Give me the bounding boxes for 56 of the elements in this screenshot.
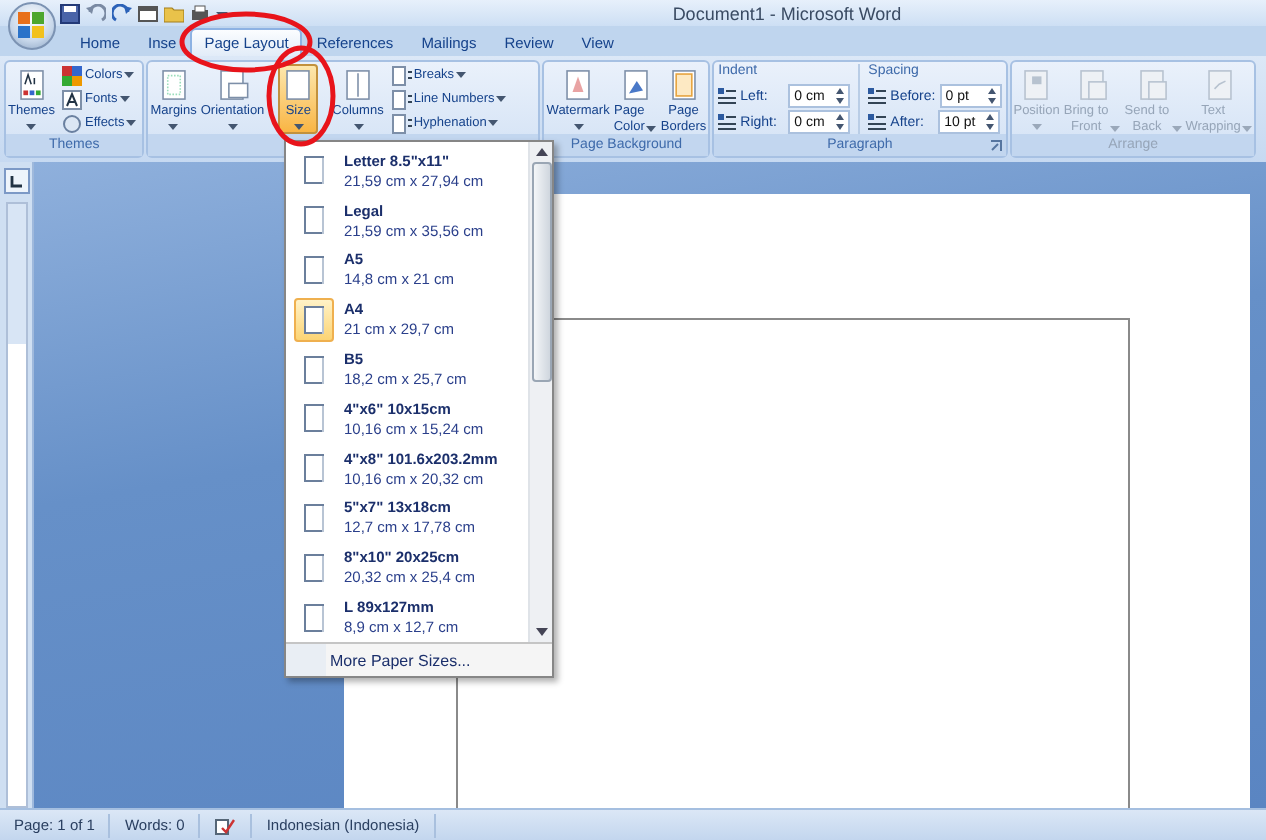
- window-icon[interactable]: [138, 3, 158, 23]
- caret-icon: [168, 124, 179, 130]
- caret-icon: [1031, 124, 1042, 130]
- line-numbers-icon: [391, 89, 412, 109]
- caret-icon: [293, 124, 304, 130]
- spinner-icon: [836, 88, 845, 104]
- breaks-icon: [391, 65, 412, 85]
- page-icon: [304, 603, 324, 632]
- indent-icon: [718, 114, 737, 130]
- orientation-icon: [214, 68, 251, 102]
- page-icon: [304, 355, 324, 384]
- effects-icon: [62, 113, 83, 133]
- spacing-icon: [868, 114, 887, 130]
- spinner-icon: [986, 114, 995, 130]
- scroll-up-icon[interactable]: [535, 148, 547, 156]
- tab-selector[interactable]: [3, 168, 29, 194]
- spinner-icon: [836, 114, 845, 130]
- scroll-down-icon[interactable]: [535, 628, 547, 636]
- spacing-icon: [868, 88, 887, 104]
- page-icon: [304, 255, 324, 284]
- columns-icon: [340, 68, 376, 102]
- indent-icon: [718, 88, 737, 104]
- tab-stop-icon: [10, 175, 22, 187]
- caret-icon: [124, 72, 135, 78]
- bring-to-front-icon: [1074, 68, 1111, 102]
- window-title: Document1 - Microsoft Word: [670, 3, 904, 23]
- proofing-icon[interactable]: [214, 815, 237, 835]
- scrollbar-thumb[interactable]: [531, 162, 551, 382]
- dialog-launcher-icon[interactable]: [989, 140, 1002, 152]
- page-icon: [304, 156, 324, 185]
- spinner-icon: [987, 88, 996, 104]
- page-icon: [304, 206, 324, 235]
- page-icon: [304, 305, 324, 334]
- caret-icon: [119, 96, 130, 102]
- page-icon: [304, 454, 324, 483]
- page-icon: [304, 553, 324, 582]
- page-icon: [304, 404, 324, 433]
- send-to-back-icon: [1134, 68, 1171, 102]
- caret-icon: [488, 120, 499, 126]
- caret-icon: [353, 124, 363, 130]
- caret-icon: [26, 124, 37, 130]
- print-icon[interactable]: [190, 3, 210, 23]
- caret-icon: [456, 72, 467, 78]
- redo-icon[interactable]: [112, 3, 132, 23]
- caret-icon: [496, 96, 507, 102]
- caret-icon: [227, 124, 238, 130]
- caret-icon: [573, 124, 584, 130]
- save-icon[interactable]: [60, 3, 80, 23]
- office-button[interactable]: [8, 2, 56, 50]
- page-icon: [304, 503, 324, 532]
- hyphenation-icon: [391, 113, 412, 133]
- palette-icon: [62, 65, 83, 85]
- font-icon: [62, 89, 83, 109]
- caret-icon: [126, 120, 137, 126]
- scrollbar[interactable]: [528, 142, 552, 642]
- office-logo-icon: [18, 12, 46, 40]
